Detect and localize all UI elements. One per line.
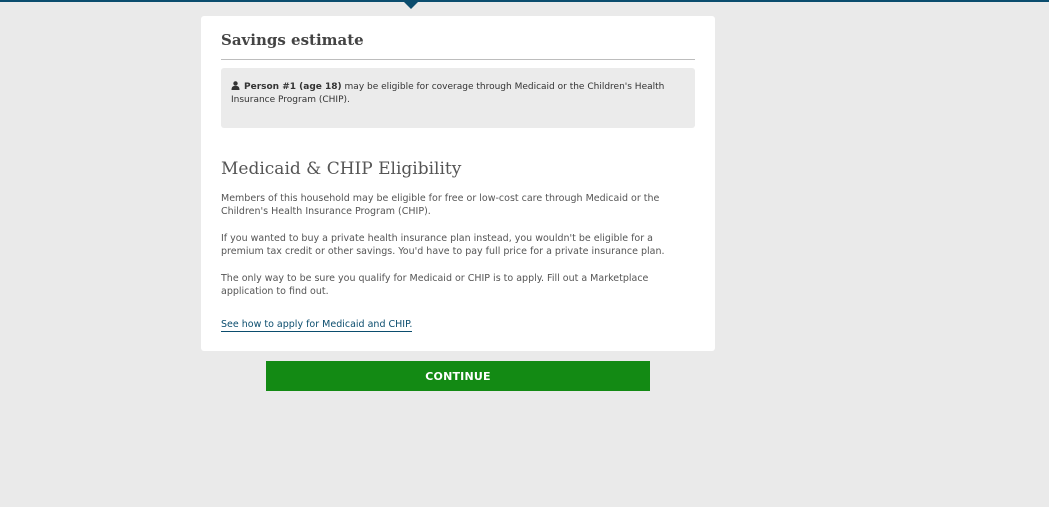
continue-button[interactable]: CONTINUE: [266, 361, 650, 391]
savings-title: Savings estimate: [221, 30, 695, 60]
savings-card: Savings estimate Person #1 (age 18) may …: [201, 16, 715, 351]
eligibility-paragraph: Members of this household may be eligibl…: [221, 193, 660, 217]
person-icon: [231, 81, 240, 90]
eligibility-paragraph: The only way to be sure you qualify for …: [221, 273, 649, 297]
step-indicator-caret: [404, 2, 418, 9]
eligibility-notice: Person #1 (age 18) may be eligible for c…: [221, 68, 695, 128]
apply-medicaid-link[interactable]: See how to apply for Medicaid and CHIP.: [221, 319, 413, 332]
eligibility-title: Medicaid & CHIP Eligibility: [221, 159, 462, 179]
person-name: Person #1 (age 18): [244, 82, 342, 92]
top-accent-bar: [0, 0, 1049, 2]
eligibility-paragraph: If you wanted to buy a private health in…: [221, 233, 665, 257]
